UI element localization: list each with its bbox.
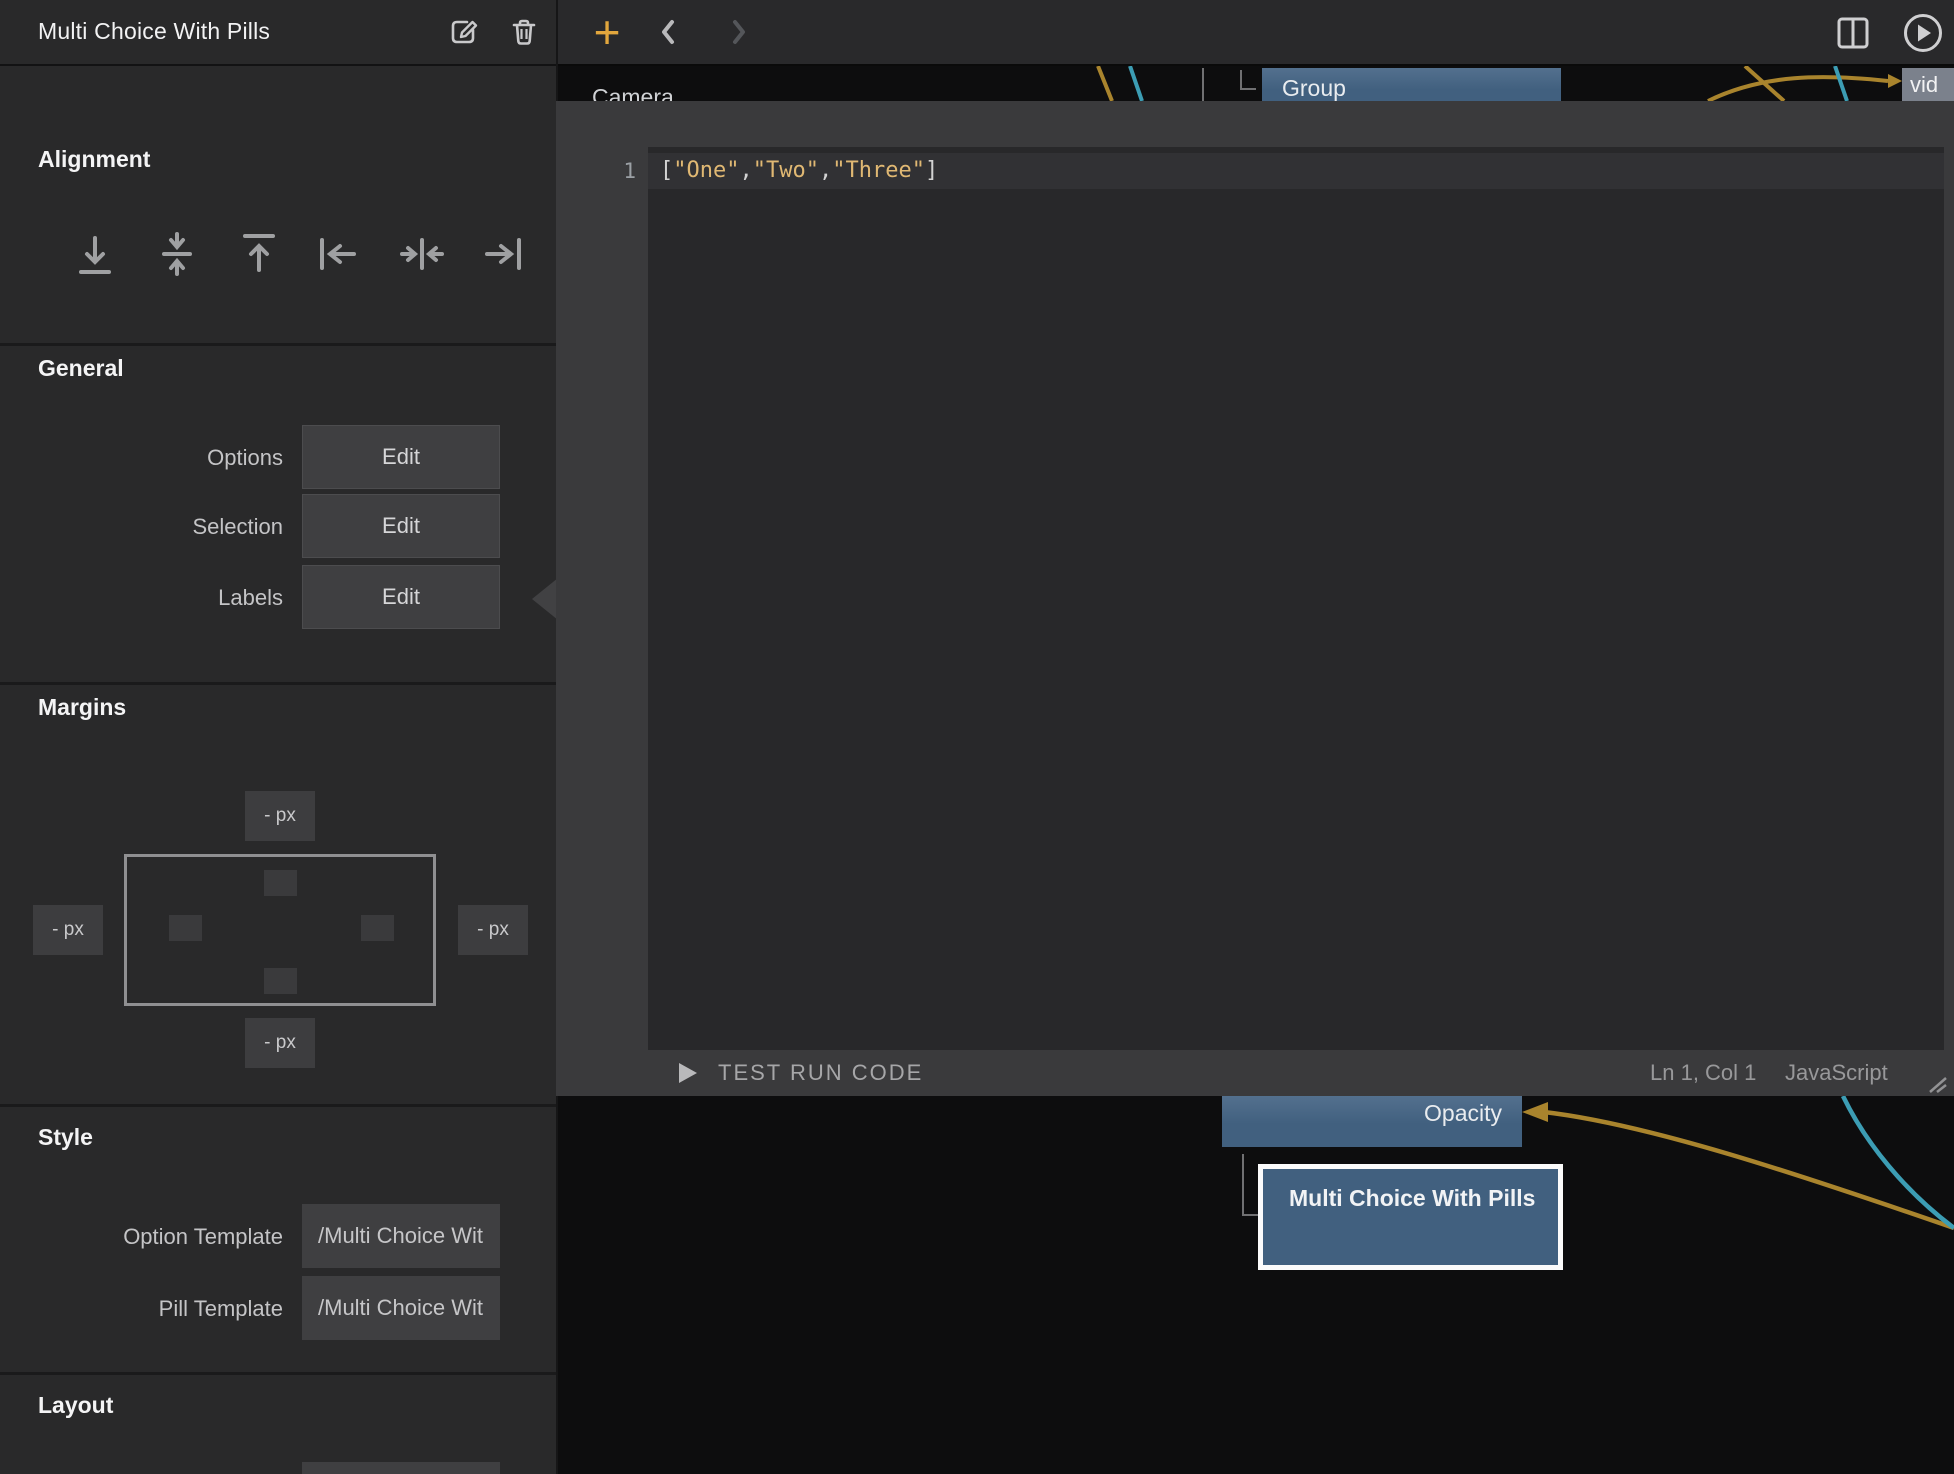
language-selector[interactable]: JavaScript bbox=[1785, 1050, 1888, 1096]
pill-template-value[interactable]: /Multi Choice Wit bbox=[302, 1276, 500, 1340]
trash-icon bbox=[506, 14, 542, 50]
padding-top-handle[interactable] bbox=[264, 870, 297, 896]
align-right-button[interactable] bbox=[479, 230, 527, 278]
video-node[interactable]: vid bbox=[1902, 68, 1954, 101]
node-graph-canvas-top[interactable]: Camera Group vid bbox=[558, 66, 1954, 101]
general-heading: General bbox=[38, 355, 124, 382]
layout-heading: Layout bbox=[38, 1392, 113, 1419]
align-right-icon bbox=[479, 230, 527, 278]
delete-button[interactable] bbox=[506, 14, 542, 50]
margin-bottom-input[interactable]: - px bbox=[245, 1018, 315, 1068]
align-vertical-center-button[interactable] bbox=[153, 230, 201, 278]
chevron-left-icon bbox=[653, 16, 685, 48]
option-template-value[interactable]: /Multi Choice Wit bbox=[302, 1204, 500, 1268]
rename-button[interactable] bbox=[446, 14, 482, 50]
line-number: 1 bbox=[596, 153, 636, 189]
code-editor-popup: ["One","Two","Three"] 1 TEST RUN CODE Ln… bbox=[556, 101, 1954, 1096]
align-top-button[interactable] bbox=[235, 230, 283, 278]
section-divider bbox=[0, 343, 556, 346]
resize-grip[interactable] bbox=[1928, 1076, 1950, 1094]
padding-right-handle[interactable] bbox=[361, 915, 394, 941]
split-view-button[interactable] bbox=[1835, 15, 1871, 51]
align-vertical-center-icon bbox=[153, 230, 201, 278]
padding-left-handle[interactable] bbox=[169, 915, 202, 941]
align-left-icon bbox=[314, 230, 362, 278]
layout-partial-field[interactable] bbox=[302, 1462, 500, 1474]
style-heading: Style bbox=[38, 1124, 93, 1151]
node-graph-canvas[interactable]: Opacity Multi Choice With Pills bbox=[558, 1096, 1954, 1474]
options-label: Options bbox=[0, 425, 283, 491]
section-divider bbox=[0, 1104, 556, 1107]
code-line[interactable]: ["One","Two","Three"] bbox=[648, 153, 1944, 189]
section-divider bbox=[0, 1372, 556, 1375]
component-title: Multi Choice With Pills bbox=[38, 18, 270, 45]
code-token: , bbox=[819, 158, 832, 183]
selection-label: Selection bbox=[0, 494, 283, 560]
labels-edit-button[interactable]: Edit bbox=[302, 565, 500, 629]
code-token: ] bbox=[925, 158, 938, 183]
multi-choice-with-pills-node-label: Multi Choice With Pills bbox=[1263, 1169, 1558, 1265]
property-panel: Multi Choice With Pills Alignment bbox=[0, 0, 558, 1474]
cursor-position: Ln 1, Col 1 bbox=[1650, 1050, 1756, 1096]
opacity-node[interactable]: Opacity bbox=[1222, 1096, 1522, 1147]
alignment-heading: Alignment bbox=[38, 146, 150, 173]
property-panel-header: Multi Choice With Pills bbox=[0, 0, 556, 66]
code-token: "Two" bbox=[753, 158, 819, 183]
align-horizontal-center-icon bbox=[398, 230, 446, 278]
align-left-button[interactable] bbox=[314, 230, 362, 278]
selection-edit-button[interactable]: Edit bbox=[302, 494, 500, 558]
multi-choice-with-pills-node[interactable]: Multi Choice With Pills bbox=[1258, 1164, 1563, 1270]
align-top-icon bbox=[235, 230, 283, 278]
wires-bottom bbox=[558, 1096, 1954, 1474]
labels-label: Labels bbox=[0, 565, 283, 631]
padding-bottom-handle[interactable] bbox=[264, 968, 297, 994]
test-run-code-button[interactable]: TEST RUN CODE bbox=[718, 1050, 923, 1096]
margin-top-input[interactable]: - px bbox=[245, 791, 315, 841]
run-code-play-icon bbox=[676, 1061, 700, 1085]
code-token: "One" bbox=[673, 158, 739, 183]
split-view-icon bbox=[1835, 15, 1871, 51]
margins-diagram bbox=[124, 854, 436, 1006]
add-node-button[interactable]: + bbox=[582, 6, 632, 58]
code-editor[interactable]: ["One","Two","Three"] bbox=[648, 147, 1944, 1050]
group-node[interactable]: Group bbox=[1262, 68, 1561, 101]
section-divider bbox=[0, 682, 556, 685]
navigate-forward-button[interactable] bbox=[722, 16, 754, 48]
option-template-label: Option Template bbox=[0, 1204, 283, 1270]
editor-footer: TEST RUN CODE Ln 1, Col 1 JavaScript bbox=[556, 1050, 1954, 1096]
margin-right-input[interactable]: - px bbox=[458, 905, 528, 955]
code-token: , bbox=[739, 158, 752, 183]
wires-top bbox=[558, 66, 1954, 101]
popup-caret bbox=[532, 578, 558, 620]
hierarchy-elbow bbox=[1240, 70, 1256, 90]
options-edit-button[interactable]: Edit bbox=[302, 425, 500, 489]
align-bottom-button[interactable] bbox=[71, 230, 119, 278]
margin-left-input[interactable]: - px bbox=[33, 905, 103, 955]
edit-pencil-icon bbox=[446, 14, 482, 50]
hierarchy-line bbox=[1202, 68, 1204, 101]
code-token: [ bbox=[660, 158, 673, 183]
margins-heading: Margins bbox=[38, 694, 126, 721]
play-circle-icon bbox=[1902, 12, 1944, 54]
navigate-back-button[interactable] bbox=[653, 16, 685, 48]
align-bottom-icon bbox=[71, 230, 119, 278]
code-token: "Three" bbox=[832, 158, 925, 183]
run-preview-button[interactable] bbox=[1902, 12, 1944, 54]
chevron-right-icon bbox=[722, 16, 754, 48]
app-window: Multi Choice With Pills Alignment bbox=[0, 0, 1954, 1474]
canvas-toolbar: + bbox=[558, 0, 1954, 66]
align-horizontal-center-button[interactable] bbox=[398, 230, 446, 278]
pill-template-label: Pill Template bbox=[0, 1276, 283, 1342]
